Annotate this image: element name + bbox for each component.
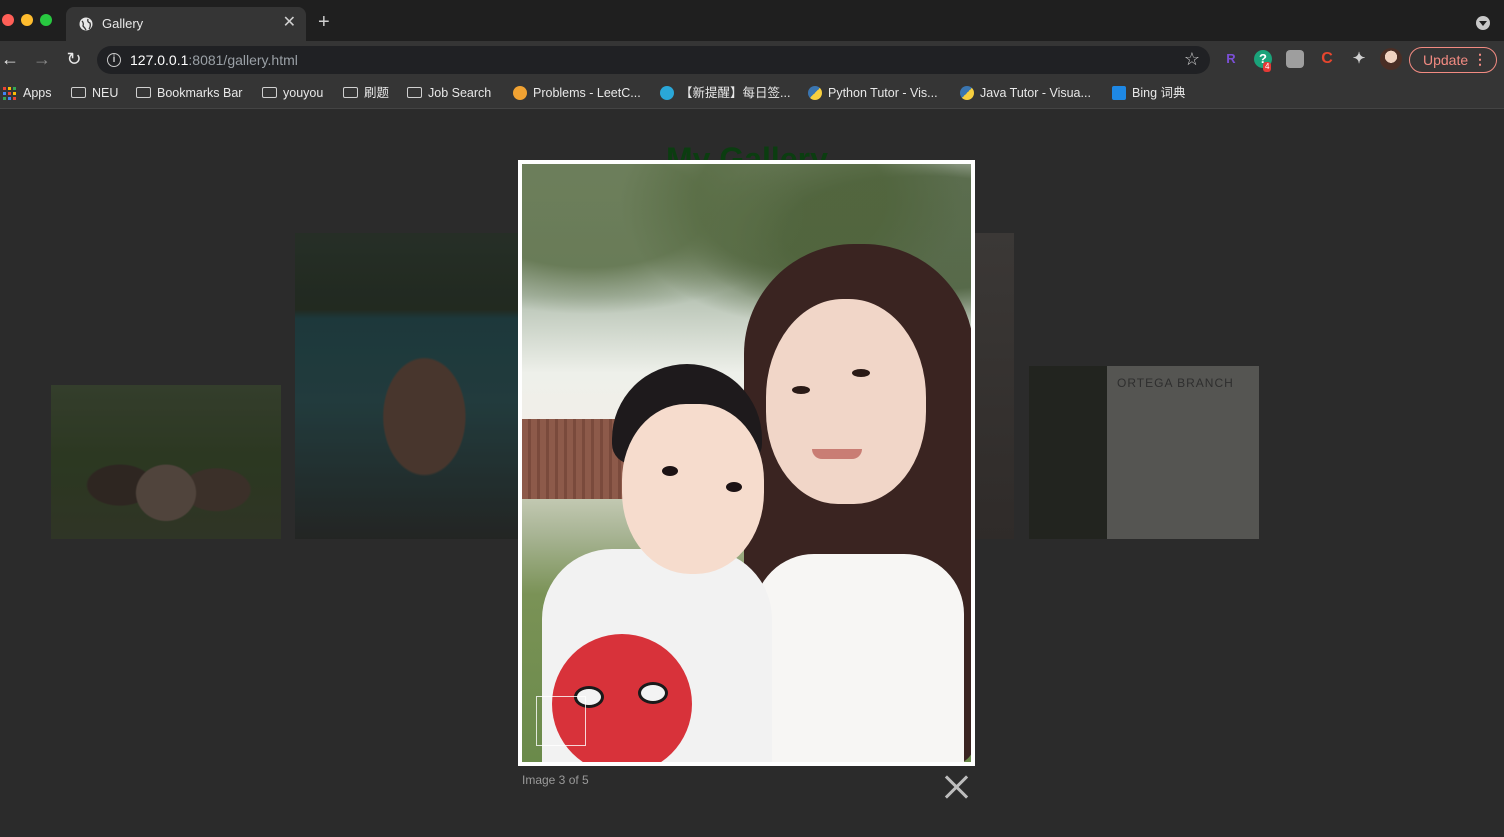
reload-icon[interactable]: ↻ — [64, 49, 84, 69]
photo-boy-eye-left — [662, 466, 678, 476]
bookmark-neu[interactable]: NEU — [71, 84, 118, 102]
photo-woman-eye-left — [792, 386, 810, 394]
address-bar[interactable]: i 127.0.0.1:8081/gallery.html ☆ — [97, 46, 1210, 74]
more-menu-icon[interactable]: ⋮ — [1473, 51, 1487, 68]
profile-avatar[interactable] — [1380, 48, 1402, 70]
photo-woman-shirt — [754, 554, 964, 762]
bookmark-label: Apps — [23, 86, 52, 100]
watermark-logo — [536, 696, 586, 746]
folder-icon — [71, 87, 86, 99]
lightbox-frame — [518, 160, 975, 766]
close-tab-icon[interactable]: ✕ — [283, 14, 296, 32]
bookmark-shuati[interactable]: 刷题 — [343, 84, 389, 102]
minimize-window-button[interactable] — [21, 14, 33, 26]
update-label: Update — [1423, 52, 1469, 68]
photo-boy-face — [622, 404, 764, 574]
bookmark-label: NEU — [92, 86, 119, 100]
gallery-thumbnail-1[interactable] — [51, 385, 281, 539]
leetcode-icon — [513, 85, 527, 100]
python-icon — [808, 85, 822, 100]
tab-title: Gallery — [102, 16, 144, 31]
bookmark-label: 【新提醒】每日签... — [680, 86, 791, 100]
tab-strip: Gallery ✕ + — [0, 0, 1504, 41]
photo-woman-mouth — [812, 449, 862, 459]
extension-c-icon[interactable]: C — [1318, 50, 1336, 68]
extension-r-icon[interactable]: R — [1222, 50, 1240, 68]
bookmark-java-tutor[interactable]: Java Tutor - Visua... — [960, 84, 1091, 102]
bookmark-bing-dict[interactable]: Bing 词典 — [1112, 84, 1186, 102]
bookmark-label: Java Tutor - Visua... — [980, 86, 1091, 100]
bookmark-daily-checkin[interactable]: 【新提醒】每日签... — [660, 84, 790, 102]
photo-boy-eye-right — [726, 482, 742, 492]
extension-square-icon[interactable] — [1286, 50, 1304, 68]
bookmark-label: Job Search — [428, 86, 492, 100]
gallery-thumbnail-5[interactable]: ORTEGA BRANCH — [1029, 366, 1259, 539]
url-text[interactable]: 127.0.0.1:8081/gallery.html — [130, 52, 298, 68]
maximize-window-button[interactable] — [40, 14, 52, 26]
python-icon — [960, 85, 974, 100]
extensions-puzzle-icon[interactable]: ✦ — [1350, 50, 1368, 68]
bookmark-star-icon[interactable]: ☆ — [1184, 49, 1200, 70]
photo-spiderman-eye — [638, 682, 668, 704]
gallery-thumbnail-4[interactable] — [975, 233, 1014, 539]
bookmark-leetcode[interactable]: Problems - LeetC... — [513, 84, 641, 102]
bookmarks-bar: Apps NEU Bookmarks Bar youyou 刷题 Job Sea… — [0, 78, 1504, 109]
bookmark-label: Problems - LeetC... — [533, 86, 641, 100]
bookmark-youyou[interactable]: youyou — [262, 84, 323, 102]
url-host: 127.0.0.1 — [130, 52, 189, 68]
folder-icon — [343, 87, 358, 99]
lightbox-caption: Image 3 of 5 — [522, 773, 589, 787]
bookmark-job-search[interactable]: Job Search — [407, 84, 491, 102]
site-icon — [660, 85, 674, 100]
folder-icon — [407, 87, 422, 99]
bookmark-bookmarks-bar[interactable]: Bookmarks Bar — [136, 84, 242, 102]
update-button[interactable]: Update ⋮ — [1409, 47, 1497, 73]
browser-toolbar: ← → ↻ i 127.0.0.1:8081/gallery.html ☆ R … — [0, 41, 1504, 78]
bookmark-python-tutor[interactable]: Python Tutor - Vis... — [808, 84, 938, 102]
bookmark-label: Bing 词典 — [1132, 86, 1186, 100]
forward-arrow-icon[interactable]: → — [32, 49, 52, 69]
bing-icon — [1112, 85, 1126, 100]
close-window-button[interactable] — [2, 14, 14, 26]
url-path: :8081/gallery.html — [188, 52, 298, 68]
apps-grid-icon — [3, 86, 17, 101]
lightbox-image[interactable] — [522, 164, 971, 762]
bookmark-label: Bookmarks Bar — [157, 86, 243, 100]
gallery-thumbnail-2[interactable] — [295, 233, 518, 539]
info-icon[interactable]: i — [107, 53, 121, 67]
globe-icon — [79, 17, 93, 31]
tab-search-icon[interactable] — [1476, 16, 1490, 30]
bookmark-apps[interactable]: Apps — [3, 84, 52, 102]
close-icon[interactable] — [943, 773, 971, 801]
tab-gallery[interactable]: Gallery ✕ — [66, 7, 306, 41]
back-arrow-icon[interactable]: ← — [0, 49, 20, 69]
extension-badge: 4 — [1263, 62, 1272, 72]
bookmark-label: 刷题 — [364, 86, 390, 100]
folder-icon — [262, 87, 277, 99]
photo-woman-face — [766, 299, 926, 504]
photo-woman-eye-right — [852, 369, 870, 377]
folder-icon — [136, 87, 151, 99]
bookmark-label: youyou — [283, 86, 324, 100]
new-tab-button[interactable]: + — [318, 12, 330, 32]
library-sign-text: ORTEGA BRANCH — [1117, 376, 1234, 390]
page-content: My Gallery ORTEGA BRANCH Image 3 of 5 — [0, 109, 1504, 837]
bookmark-label: Python Tutor - Vis... — [828, 86, 938, 100]
